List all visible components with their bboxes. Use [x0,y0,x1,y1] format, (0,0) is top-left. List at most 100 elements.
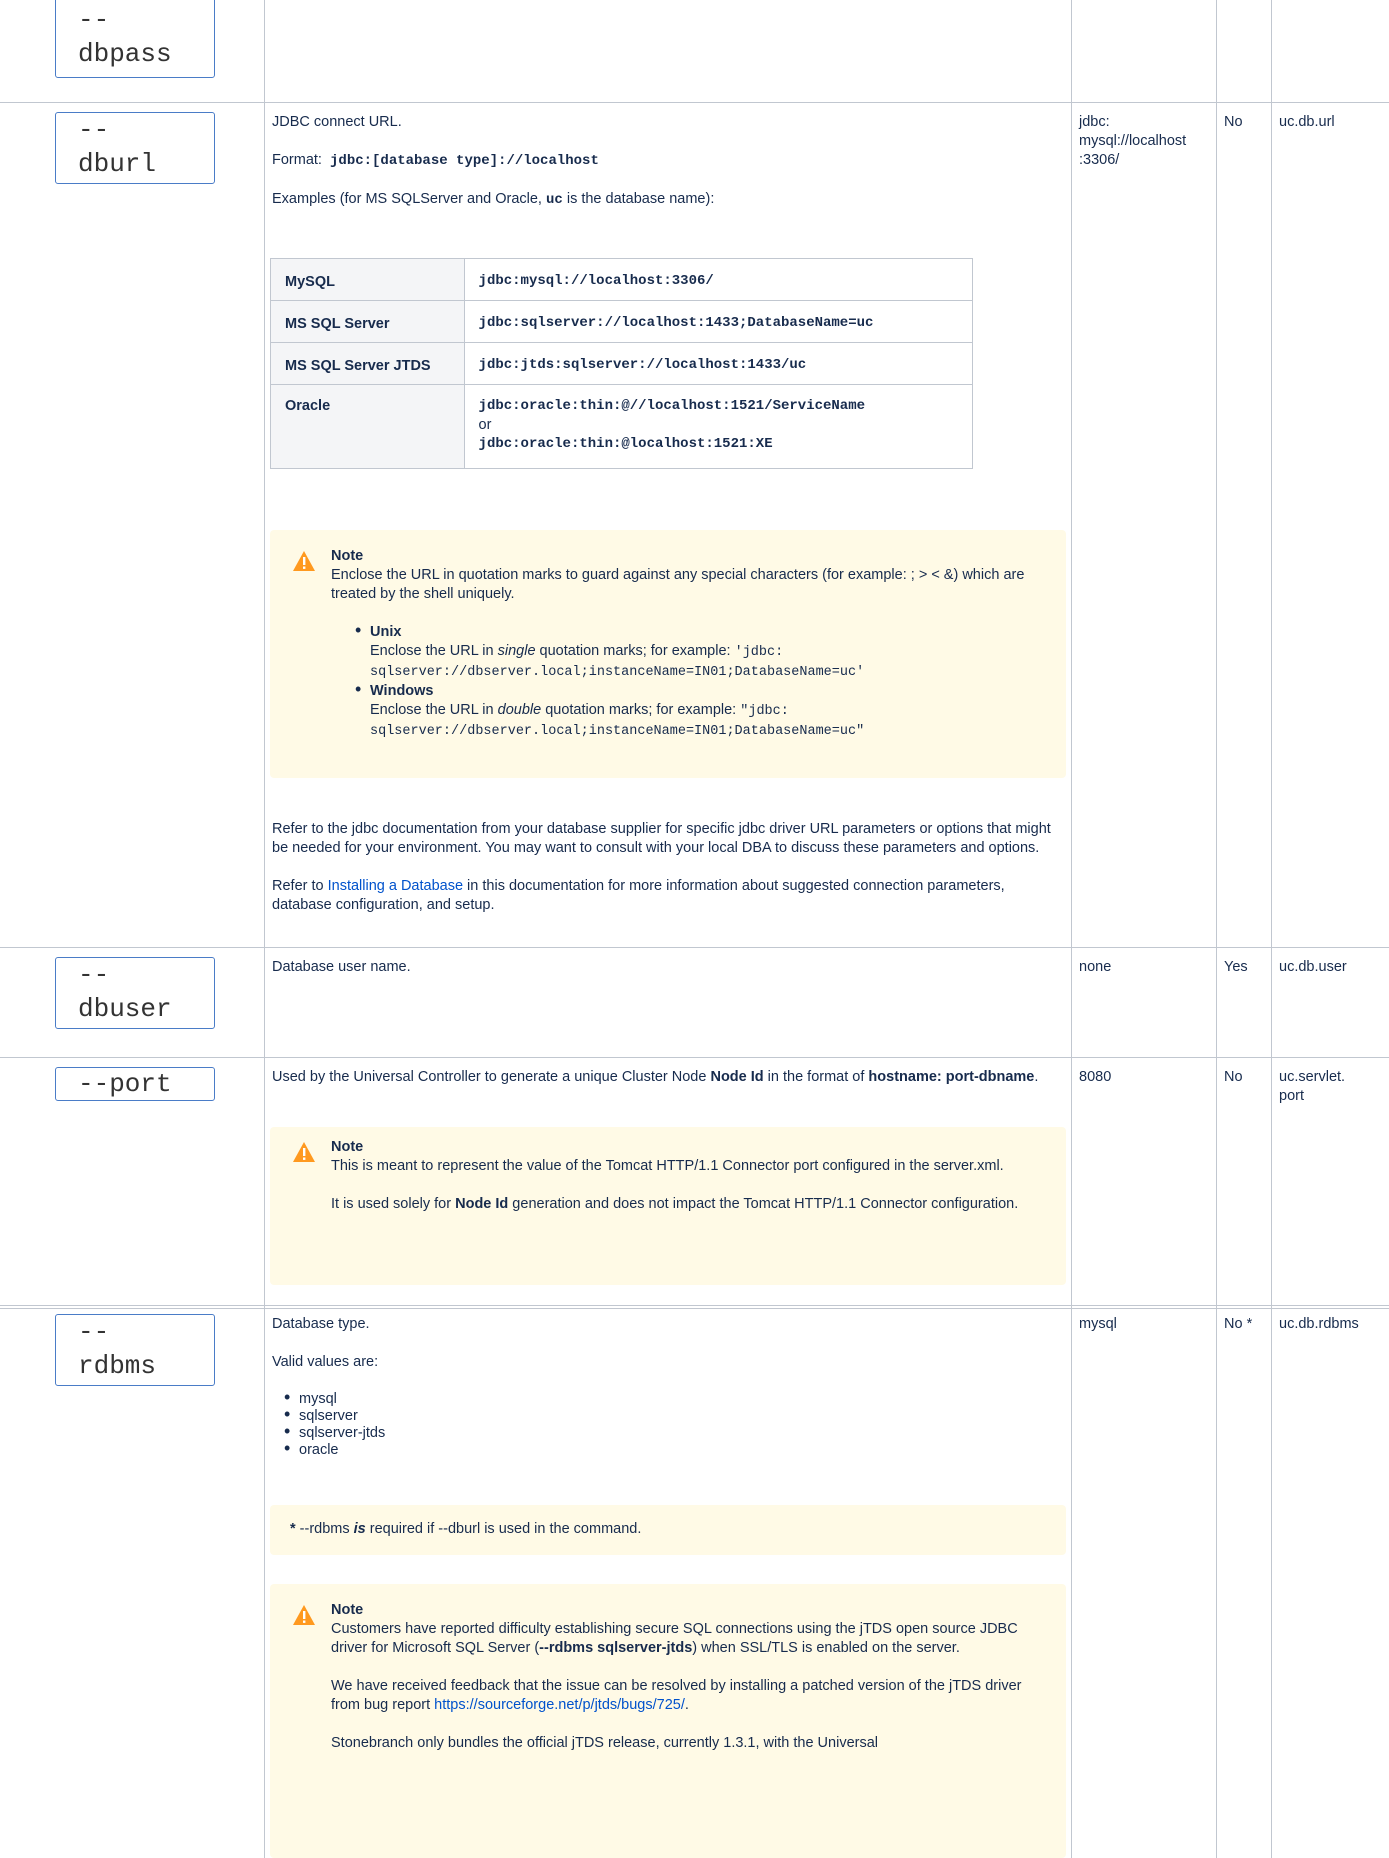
dburl-default: jdbc: mysql://localhost :3306/ [1079,114,1187,168]
unix-title: Unix [370,624,402,640]
warning-icon [293,551,315,571]
dburl-note-panel: Note Enclose the URL in quotation marks … [270,530,1066,778]
table-cell-db: MySQL [270,258,465,301]
jdbc-examples-table: MySQL jdbc:mysql://localhost:3306/ MS SQ… [270,258,974,469]
dburl-desc-text: JDBC connect URL. [272,114,402,130]
table-cell-db: Oracle [270,384,465,469]
param-dbuser: -- dbuser [55,957,215,1029]
oracle-url-2: jdbc:oracle:thin:@localhost:1521:XE [478,436,773,452]
dburl-format: Format: jdbc:[database type]://localhost [272,151,1062,171]
dburl-description: JDBC connect URL. Format: jdbc:[database… [272,113,1062,210]
star-mark: * [290,1521,300,1537]
refer-text-1: Refer to the jdbc documentation from you… [272,821,1051,856]
port-note-body: Note This is meant to represent the valu… [331,1138,1046,1214]
dbuser-required: Yes [1224,959,1248,975]
examples-rest: is the database name): [562,191,715,207]
examples-intro: Examples (for MS SQLServer and Oracle, [272,191,546,207]
table-cell-db: MS SQL Server [270,300,465,343]
star-em: is [353,1521,366,1537]
table-cell-url: jdbc:jtds:sqlserver://localhost:1433/uc [463,342,974,385]
dburl-refer: Refer to the jdbc documentation from you… [272,820,1062,915]
refer-text-2: Refer to Installing a Database in this d… [272,877,1062,915]
list-item: sqlserver-jtds [284,1423,1062,1442]
table-row: MS SQL Server JTDS jdbc:jtds:sqlserver:/… [270,342,974,385]
warning-icon [293,1605,315,1625]
row-divider-5 [0,1308,1389,1309]
port-note-p2-bold: Node Id [455,1196,509,1212]
dburl-examples-intro: Examples (for MS SQLServer and Oracle, u… [272,190,1062,210]
port-desc-format: hostname: port-dbname [868,1069,1035,1085]
quote-list: Unix Enclose the URL in single quotation… [331,621,1041,741]
param-dburl: -- dburl [55,112,215,184]
row-divider-3 [0,1057,1389,1058]
star-text: --rdbms [299,1521,354,1537]
table-cell-url: jdbc:sqlserver://localhost:1433;Database… [463,300,974,343]
windows-code-2: sqlserver://dbserver.local;instanceName=… [370,724,865,739]
port-note-p2-post: generation and does not impact the Tomca… [508,1196,1019,1212]
dbuser-property: uc.db.user [1279,959,1347,975]
list-item: Unix Enclose the URL in single quotation… [355,621,1041,682]
windows-code-1: "jdbc: [740,704,789,719]
installing-database-link[interactable]: Installing a Database [328,878,463,894]
col-divider-2 [1071,0,1072,1858]
rdbms-note-p3: Stonebranch only bundles the official jT… [331,1735,878,1751]
oracle-or: or [478,417,492,433]
rdbms-required-panel: * --rdbms is required if --dburl is used… [270,1505,1066,1555]
rdbms-note-p2: We have received feedback that the issue… [331,1677,1046,1715]
port-default: 8080 [1079,1069,1112,1085]
port-property: uc.servlet. port [1279,1069,1346,1104]
row-divider-1 [0,102,1389,103]
list-item: Windows Enclose the URL in double quotat… [355,680,1041,741]
dbuser-default: none [1079,959,1112,975]
dburl-property: uc.db.url [1279,114,1335,130]
table-row: MS SQL Server jdbc:sqlserver://localhost… [270,300,974,343]
rdbms-note-panel: Note Customers have reported difficulty … [270,1584,1066,1858]
rdbms-description: Database type. Valid values are: mysql s… [272,1315,1062,1459]
col-divider-4 [1271,0,1272,1858]
col-divider-1 [264,0,265,1858]
port-note-p1: This is meant to represent the value of … [331,1158,1004,1174]
windows-pre: Enclose the URL in [370,702,498,718]
rdbms-default: mysql [1079,1316,1117,1332]
unix-em: single [497,643,536,659]
port-desc-post: . [1034,1069,1039,1085]
jtds-bug-report-link[interactable]: https://sourceforge.net/p/jtds/bugs/725/ [434,1697,685,1713]
table-cell-url: jdbc:mysql://localhost:3306/ [463,258,974,301]
refer2-pre: Refer to [272,878,328,894]
unix-code-2: sqlserver://dbserver.local;instanceName=… [370,665,865,680]
table-row: MySQL jdbc:mysql://localhost:3306/ [270,258,974,301]
port-required: No [1224,1069,1243,1085]
row-divider-2 [0,947,1389,948]
col-divider-3 [1216,0,1217,1858]
warning-icon [293,1142,315,1162]
list-item: sqlserver [284,1406,1062,1425]
port-note-p2: It is used solely for Node Id generation… [331,1195,1046,1214]
rdbms-property: uc.db.rdbms [1279,1316,1359,1332]
param-port: --port [55,1067,215,1101]
rdbms-required: No * [1224,1316,1253,1332]
port-note-panel: Note This is meant to represent the valu… [270,1127,1066,1285]
port-desc-mid: in the format of [763,1069,869,1085]
param-rdbms: -- rdbms [55,1314,215,1386]
windows-post: quotation marks; for example: [541,702,741,718]
list-item: oracle [284,1440,1062,1459]
rdbms-note-p1: Customers have reported difficulty estab… [331,1620,1046,1658]
rdbms-note-p1-bold: --rdbms sqlserver-jtds [539,1640,693,1656]
star-post: required if --dburl is used in the comma… [365,1521,642,1537]
list-item: mysql [284,1389,1062,1408]
dburl-note-body: Note Enclose the URL in quotation marks … [331,547,1041,741]
rdbms-required-text: * --rdbms is required if --dburl is used… [290,1520,641,1539]
note-title: Note [331,1602,364,1618]
row-divider-4 [0,1305,1389,1306]
note-title: Note [331,1139,364,1155]
note-text: Enclose the URL in quotation marks to gu… [331,567,1025,602]
table-cell-db: MS SQL Server JTDS [270,342,465,385]
port-note-p2-pre: It is used solely for [331,1196,456,1212]
format-label: Format: [272,152,322,168]
unix-post: quotation marks; for example: [535,643,735,659]
rdbms-values-list: mysql sqlserver sqlserver-jtds oracle [272,1389,1062,1459]
dburl-required: No [1224,114,1243,130]
unix-pre: Enclose the URL in [370,643,498,659]
dbuser-description: Database user name. [272,959,411,975]
rdbms-note-p2-post: . [684,1697,689,1713]
